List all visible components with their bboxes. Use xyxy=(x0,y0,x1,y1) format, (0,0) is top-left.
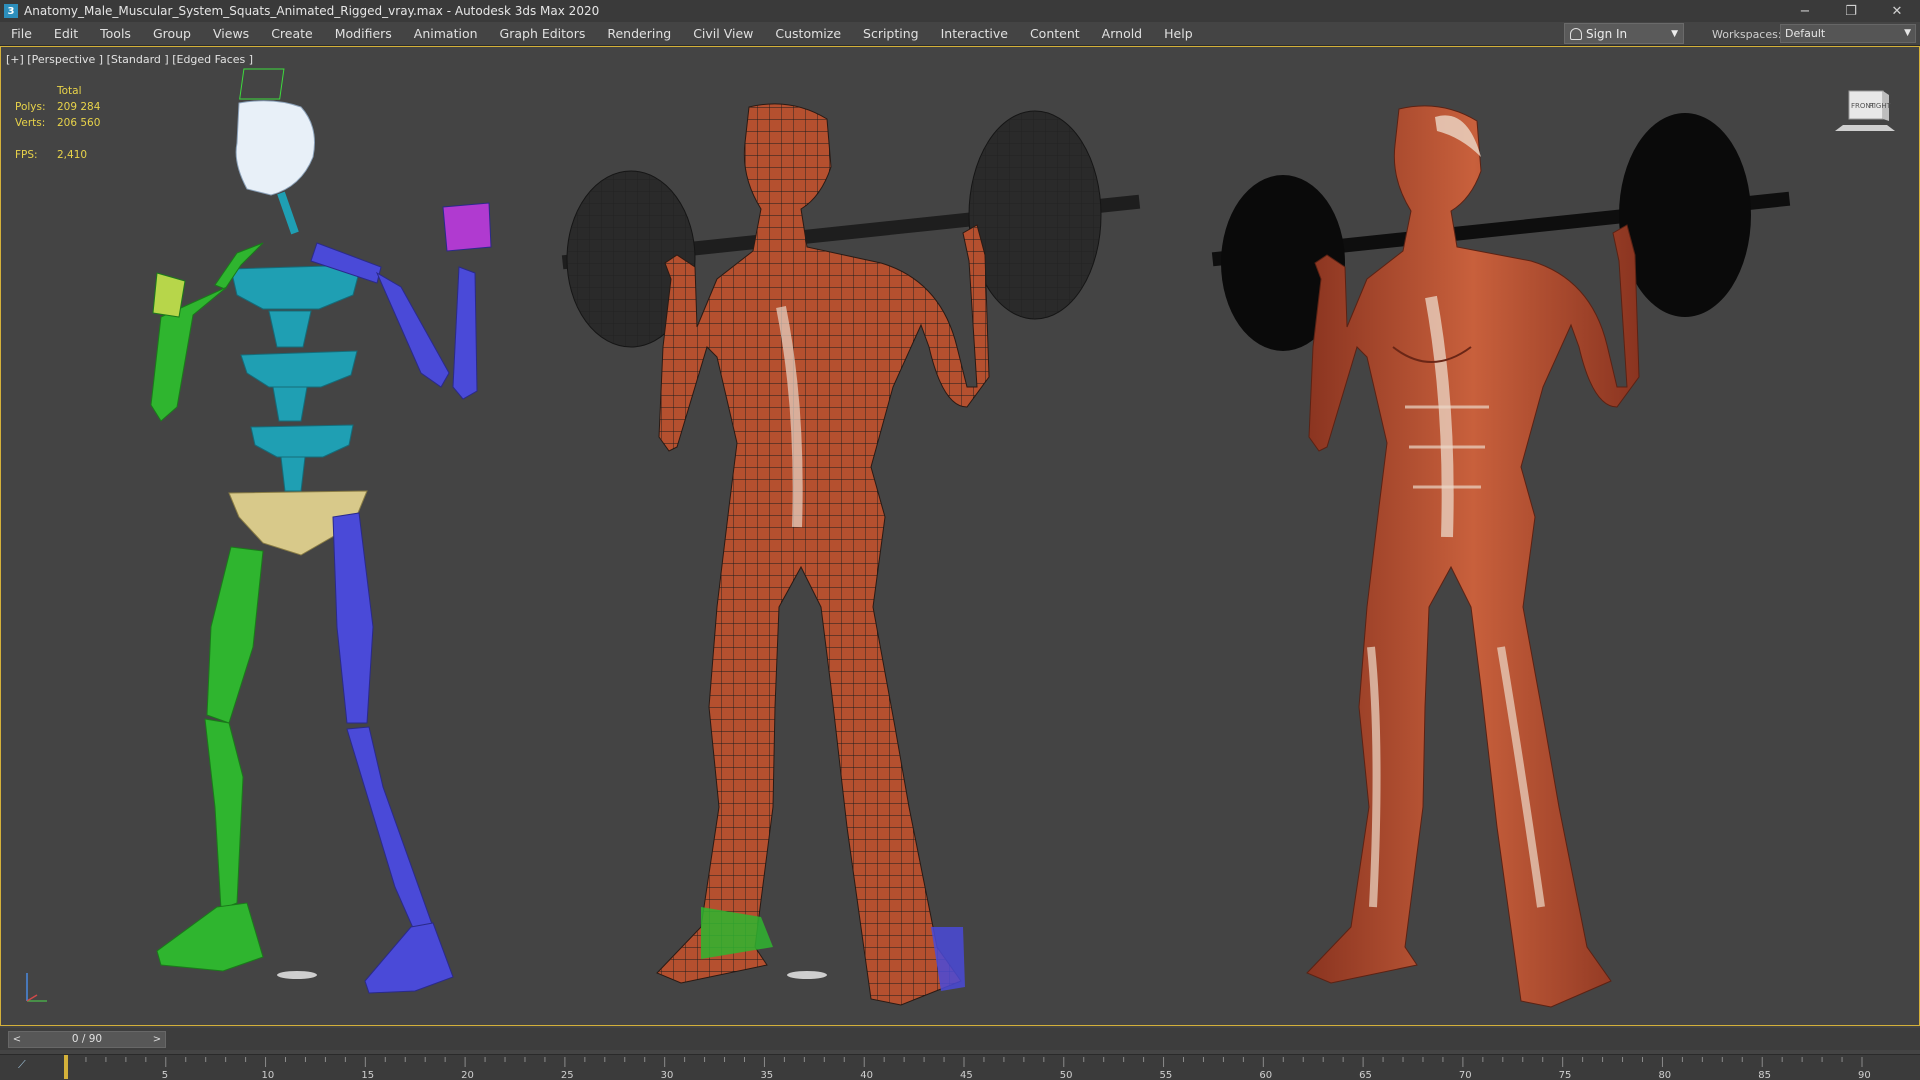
axis-tripod-icon xyxy=(26,973,47,1002)
menu-scripting[interactable]: Scripting xyxy=(852,22,930,46)
menu-help[interactable]: Help xyxy=(1153,22,1204,46)
sign-in-dropdown[interactable]: Sign In ▼ xyxy=(1564,23,1684,44)
menu-graph-editors[interactable]: Graph Editors xyxy=(489,22,597,46)
ruler-tick-label: 75 xyxy=(1559,1070,1572,1080)
ruler-tick-label: 10 xyxy=(262,1070,275,1080)
close-button[interactable]: ✕ xyxy=(1874,0,1920,22)
ruler-tick-label: 40 xyxy=(860,1070,873,1080)
user-icon xyxy=(1570,27,1582,40)
ruler-tick-label: 70 xyxy=(1459,1070,1472,1080)
menu-interactive[interactable]: Interactive xyxy=(930,22,1019,46)
workspaces-label: Workspaces: xyxy=(1712,28,1782,41)
ruler-tick-label: 80 xyxy=(1658,1070,1671,1080)
frame-ruler[interactable]: 5 10 15 20 25 30 35 40 45 50 55 60 65 70 75 80 85 90 xyxy=(0,1055,1920,1080)
ruler-tick-label: 85 xyxy=(1758,1070,1771,1080)
3ds-max-logo-icon[interactable]: 3 xyxy=(4,4,18,18)
next-frame-button[interactable]: > xyxy=(149,1032,165,1047)
ruler-tick-label: 45 xyxy=(960,1070,973,1080)
menu-content[interactable]: Content xyxy=(1019,22,1091,46)
title-bar: 3 Anatomy_Male_Muscular_System_Squats_An… xyxy=(0,0,1920,22)
ruler-tick-label: 35 xyxy=(760,1070,773,1080)
track-bar[interactable]: ⟋ 5 10 15 20 25 30 35 40 45 50 55 60 65 70 75 80 85 90 xyxy=(0,1054,1920,1080)
muscular-shaded-figure[interactable] xyxy=(1,47,1920,1026)
ruler-tick-label: 55 xyxy=(1160,1070,1173,1080)
menu-modifiers[interactable]: Modifiers xyxy=(324,22,403,46)
perspective-viewport[interactable]: [+] [Perspective ] [Standard ] [Edged Fa… xyxy=(0,46,1920,1026)
current-frame-readout[interactable]: 0 / 90 xyxy=(27,1032,147,1047)
menu-create[interactable]: Create xyxy=(260,22,324,46)
sign-in-label: Sign In xyxy=(1586,26,1628,41)
ruler-tick-label: 5 xyxy=(162,1070,168,1080)
ruler-tick-label: 60 xyxy=(1259,1070,1272,1080)
menu-group[interactable]: Group xyxy=(142,22,202,46)
workspaces-select[interactable]: Default ▼ xyxy=(1780,24,1916,43)
time-slider[interactable]: < 0 / 90 > xyxy=(8,1031,166,1048)
chevron-down-icon: ▼ xyxy=(1904,28,1911,38)
ruler-tick-label: 90 xyxy=(1858,1070,1871,1080)
menu-animation[interactable]: Animation xyxy=(403,22,489,46)
menu-customize[interactable]: Customize xyxy=(764,22,852,46)
ruler-tick-label: 25 xyxy=(561,1070,574,1080)
menu-rendering[interactable]: Rendering xyxy=(596,22,682,46)
current-frame-marker[interactable] xyxy=(64,1055,68,1079)
window-title: Anatomy_Male_Muscular_System_Squats_Anim… xyxy=(24,4,600,18)
window-controls: − ❐ ✕ xyxy=(1782,0,1920,22)
previous-frame-button[interactable]: < xyxy=(9,1032,25,1047)
ruler-tick-label: 50 xyxy=(1060,1070,1073,1080)
restore-button[interactable]: ❐ xyxy=(1828,0,1874,22)
time-slider-bar xyxy=(0,1028,1920,1050)
menu-edit[interactable]: Edit xyxy=(43,22,89,46)
ruler-tick-label: 15 xyxy=(361,1070,374,1080)
workspaces-value: Default xyxy=(1785,27,1826,40)
menu-arnold[interactable]: Arnold xyxy=(1091,22,1153,46)
menu-views[interactable]: Views xyxy=(202,22,260,46)
menu-file[interactable]: File xyxy=(0,22,43,46)
chevron-down-icon: ▼ xyxy=(1671,28,1678,39)
ruler-tick-label: 30 xyxy=(661,1070,674,1080)
ruler-tick-label: 20 xyxy=(461,1070,474,1080)
ruler-tick-label: 65 xyxy=(1359,1070,1372,1080)
minimize-button[interactable]: − xyxy=(1782,0,1828,22)
menu-civil-view[interactable]: Civil View xyxy=(682,22,764,46)
menu-tools[interactable]: Tools xyxy=(89,22,142,46)
